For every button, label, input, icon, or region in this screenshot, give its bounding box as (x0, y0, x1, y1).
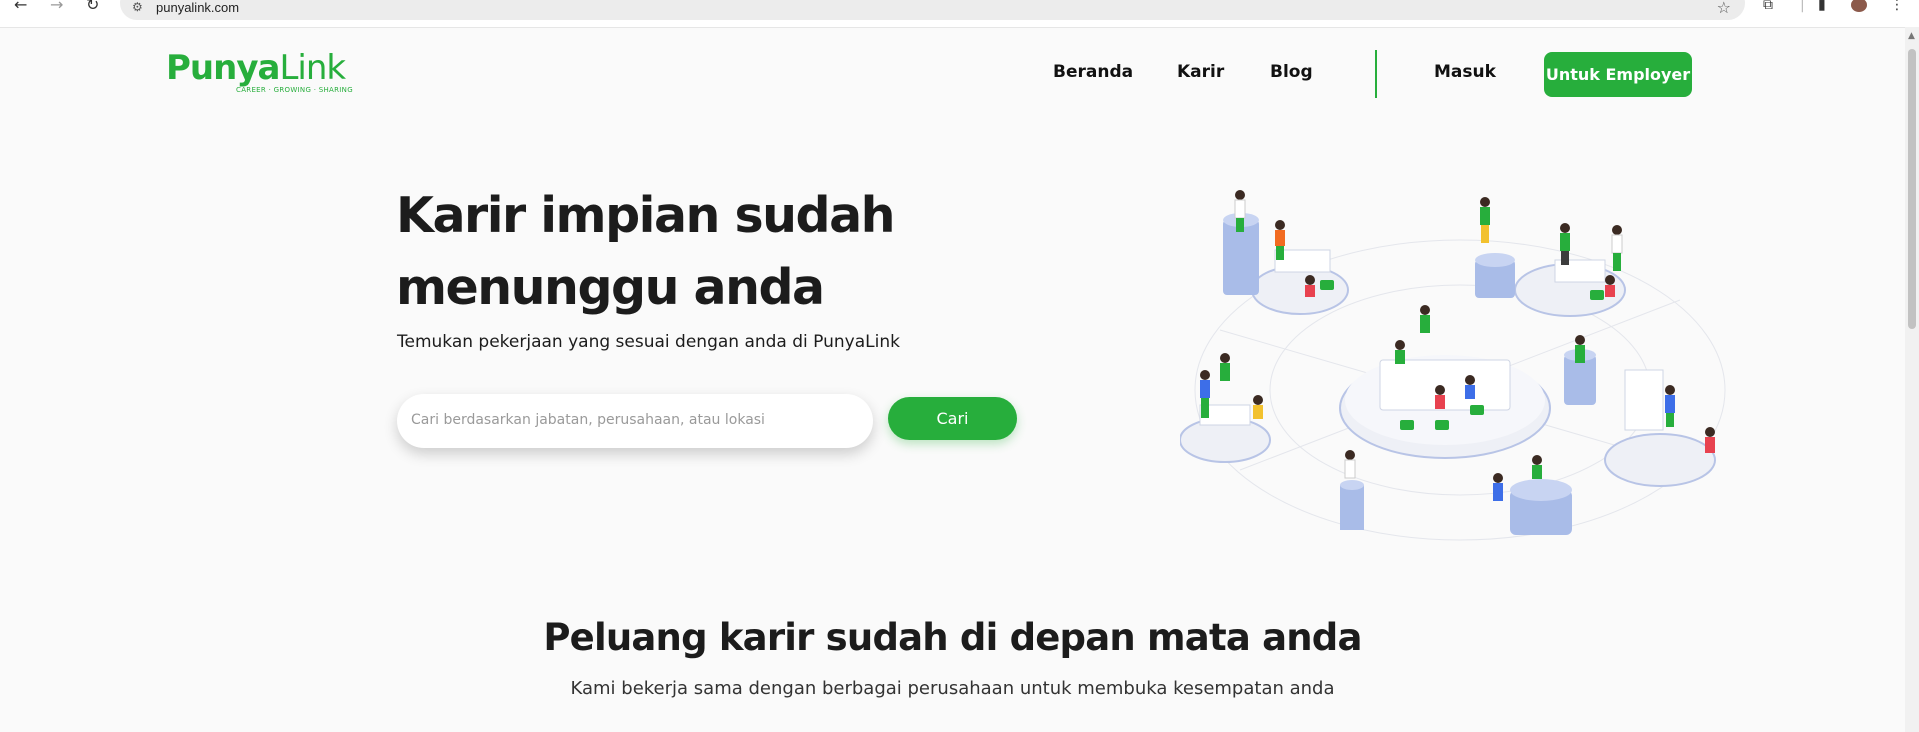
section-subtitle: Kami bekerja sama dengan berbagai perusa… (570, 678, 1335, 699)
toolbar-separator: | (1800, 0, 1805, 13)
reload-icon[interactable]: ↻ (86, 0, 99, 13)
hero-title: Karir impian sudah menunggu anda (396, 180, 956, 324)
side-panel-icon[interactable]: ▮ (1818, 0, 1826, 12)
employer-button[interactable]: Untuk Employer (1544, 52, 1692, 97)
bookmark-star-icon[interactable]: ☆ (1717, 0, 1731, 17)
scrollbar-thumb[interactable] (1908, 49, 1916, 329)
forward-arrow-icon[interactable]: → (50, 0, 63, 13)
logo-tagline: CAREER · GROWING · SHARING (236, 86, 353, 94)
address-bar[interactable]: ⚙ punyalink.com ☆ (120, 0, 1745, 20)
extensions-icon[interactable]: ⧉ (1763, 0, 1773, 12)
profile-avatar-icon[interactable] (1851, 0, 1867, 12)
back-arrow-icon[interactable]: ← (14, 0, 27, 13)
hero-subtitle: Temukan pekerjaan yang sesuai dengan and… (397, 332, 900, 352)
address-url[interactable]: punyalink.com (156, 0, 239, 15)
hero-illustration (1180, 190, 1726, 541)
punyalink-logo[interactable]: PunyaLink CAREER · GROWING · SHARING (166, 48, 353, 94)
menu-dots-icon[interactable]: ⋮ (1890, 0, 1904, 12)
hero-title-line2: menunggu anda (396, 259, 825, 316)
job-search-box[interactable] (397, 394, 873, 448)
search-button[interactable]: Cari (888, 397, 1017, 440)
logo-text-bold: Punya (166, 48, 280, 88)
page-scrollbar[interactable]: ▲ (1905, 27, 1919, 732)
section-title: Peluang karir sudah di depan mata anda (543, 616, 1362, 659)
job-search-input[interactable] (409, 411, 853, 429)
site-info-icon[interactable]: ⚙ (132, 0, 143, 14)
nav-masuk[interactable]: Masuk (1434, 62, 1496, 82)
browser-toolbar: ← → ↻ ⚙ punyalink.com ☆ ⧉ | ▮ ⋮ (0, 0, 1919, 28)
nav-blog[interactable]: Blog (1270, 62, 1313, 82)
scroll-up-arrow-icon[interactable]: ▲ (1908, 31, 1915, 41)
hero-title-line1: Karir impian sudah (396, 187, 896, 244)
nav-karir[interactable]: Karir (1177, 62, 1224, 82)
logo-text-light: Link (279, 48, 346, 88)
nav-beranda[interactable]: Beranda (1053, 62, 1133, 82)
nav-divider (1375, 50, 1377, 98)
